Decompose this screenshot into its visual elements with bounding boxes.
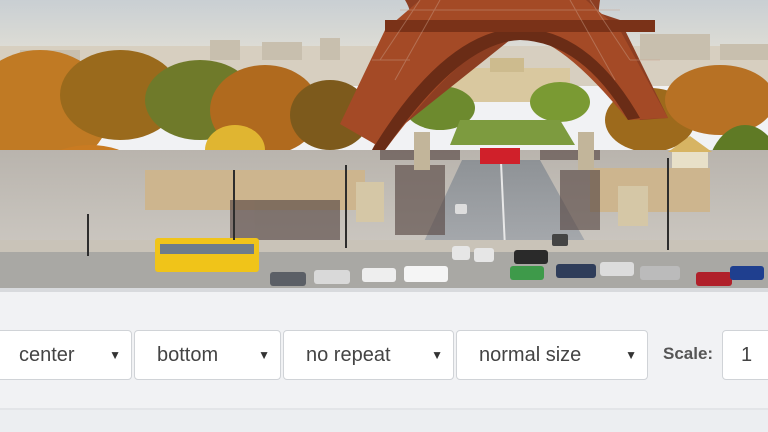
position-y-value: bottom	[157, 344, 219, 366]
panel-footer	[0, 410, 768, 432]
paris-photo	[0, 0, 768, 292]
caret-down-icon: ▼	[625, 348, 637, 362]
background-controls-panel: center ▼ bottom ▼ no repeat ▼ normal siz…	[0, 292, 768, 432]
scale-label: Scale:	[663, 344, 714, 363]
position-y-select[interactable]: bottom ▼	[134, 330, 281, 380]
size-select[interactable]: normal size ▼	[456, 330, 648, 380]
repeat-value: no repeat	[306, 344, 391, 366]
caret-down-icon: ▼	[109, 348, 121, 362]
caret-down-icon: ▼	[431, 348, 443, 362]
scale-input[interactable]	[722, 330, 768, 380]
position-x-select[interactable]: center ▼	[0, 330, 132, 380]
background-image-preview	[0, 0, 768, 292]
position-x-value: center	[19, 344, 75, 366]
editor-stage: center ▼ bottom ▼ no repeat ▼ normal siz…	[0, 0, 768, 432]
size-value: normal size	[479, 344, 582, 366]
repeat-select[interactable]: no repeat ▼	[283, 330, 454, 380]
caret-down-icon: ▼	[258, 348, 270, 362]
